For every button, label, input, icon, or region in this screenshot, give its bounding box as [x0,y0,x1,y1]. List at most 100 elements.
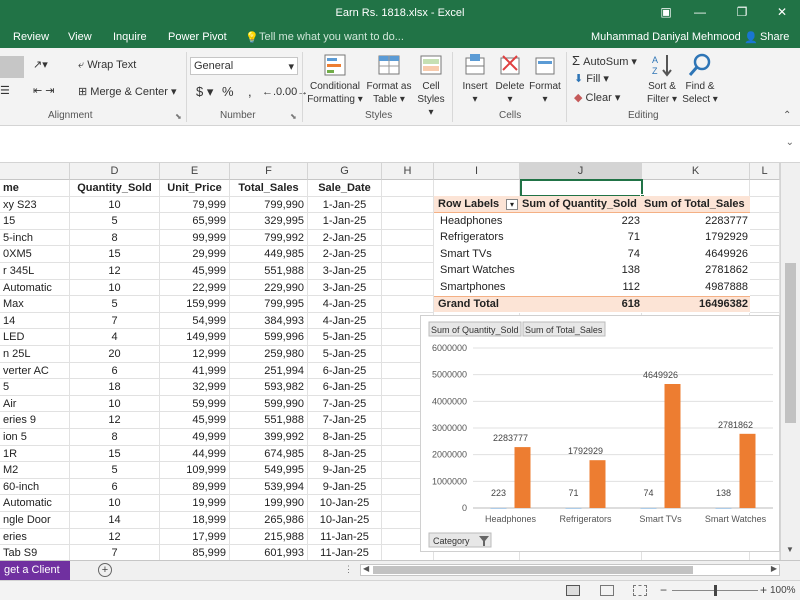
cell-price[interactable]: 19,999 [160,495,230,512]
cell-qty[interactable]: 15 [70,246,160,263]
clear-button[interactable]: ◆ Clear ▾ [574,91,620,104]
cell-qty[interactable]: 10 [70,279,160,297]
cell-total[interactable]: 251,994 [230,362,308,380]
horizontal-scrollbar[interactable]: ◀ ▶ [360,564,780,576]
cell-date[interactable]: 4-Jan-25 [308,296,382,313]
header-cell-qty[interactable]: Quantity_Sold [70,180,160,197]
active-cell[interactable] [520,179,643,197]
empty-cell[interactable] [434,180,520,197]
pivot-row-label[interactable]: Headphones [440,213,520,230]
empty-cell[interactable] [382,279,434,297]
cell-date[interactable]: 10-Jan-25 [308,512,382,529]
zoom-slider-thumb[interactable] [714,585,717,596]
cell-total[interactable]: 799,992 [230,229,308,247]
cell-price[interactable]: 49,999 [160,429,230,446]
cell-qty[interactable]: 7 [70,312,160,330]
empty-cell[interactable] [750,246,780,263]
empty-cell[interactable] [382,246,434,263]
cell-total[interactable]: 551,988 [230,263,308,280]
cell-qty[interactable]: 10 [70,495,160,512]
pivot-row-qty[interactable]: 223 [522,213,640,230]
cell-name[interactable]: n 25L [0,346,70,363]
column-header-g[interactable]: G [308,163,382,180]
pivot-row-label[interactable]: Smart Watches [440,262,520,279]
cell-price[interactable]: 59,999 [160,395,230,413]
column-header-h[interactable]: H [382,163,434,180]
conditional-formatting-button[interactable]: Conditional Formatting ▾ [306,52,364,106]
cell-total[interactable]: 799,995 [230,296,308,313]
merge-center-button[interactable]: ⊞ Merge & Center ▾ [78,85,177,98]
fill-button[interactable]: ⬇ Fill ▾ [574,72,609,85]
cell-total[interactable]: 551,988 [230,412,308,429]
cell-qty[interactable]: 12 [70,528,160,546]
format-button[interactable]: Format ▾ [528,52,562,106]
column-header-e[interactable]: E [160,163,230,180]
pivot-row-labels-header[interactable]: Row Labels [438,196,508,213]
cell-name[interactable]: 0XM5 [0,246,70,263]
wrap-text-button[interactable]: ⤶ Wrap Text [78,59,136,72]
pivot-total-header[interactable]: Sum of Total_Sales [644,196,748,213]
cell-price[interactable]: 18,999 [160,512,230,529]
cell-total[interactable]: 593,982 [230,379,308,396]
column-header-l[interactable]: L [750,163,780,180]
cell-name[interactable]: 60-inch [0,478,70,496]
cell-total[interactable]: 199,990 [230,495,308,512]
cell-price[interactable]: 44,999 [160,445,230,463]
pivot-row-total[interactable]: 1792929 [644,229,748,246]
empty-cell[interactable] [382,263,434,280]
close-button[interactable]: ✕ [772,5,792,19]
cell-qty[interactable]: 12 [70,263,160,280]
empty-cell[interactable] [382,229,434,247]
cell-date[interactable]: 8-Jan-25 [308,445,382,463]
cell-total[interactable]: 799,990 [230,196,308,214]
page-break-icon[interactable] [633,585,647,596]
cell-date[interactable]: 3-Jan-25 [308,263,382,280]
tab-inquire[interactable]: Inquire [113,31,147,43]
cell-total[interactable]: 674,985 [230,445,308,463]
tab-power-pivot[interactable]: Power Pivot [168,31,227,43]
cell-price[interactable]: 159,999 [160,296,230,313]
delete-button[interactable]: Delete ▾ [494,52,526,106]
zoom-out-button[interactable]: − [660,583,667,597]
pivot-chart[interactable]: Sum of Quantity_Sold Sum of Total_Sales Ca… [420,315,780,552]
cell-total[interactable]: 215,988 [230,528,308,546]
restore-button[interactable]: ❐ [732,5,752,19]
cell-date[interactable]: 2-Jan-25 [308,229,382,247]
cell-total[interactable]: 229,990 [230,279,308,297]
empty-cell[interactable] [750,229,780,247]
pivot-row-label[interactable]: Smart TVs [440,246,520,263]
pivot-row-label[interactable]: Smartphones [440,279,520,296]
column-header-f[interactable]: F [230,163,308,180]
cell-total[interactable]: 384,993 [230,312,308,330]
cell-name[interactable]: ngle Door [0,512,70,529]
pivot-row-total[interactable]: 2283777 [644,213,748,230]
increase-decimal-icon[interactable]: ←.0 [262,86,282,98]
column-header-i[interactable]: I [434,163,520,180]
header-cell-name[interactable]: me [0,180,70,197]
cell-price[interactable]: 45,999 [160,412,230,429]
pivot-row-total[interactable]: 2781862 [644,262,748,279]
cell-price[interactable]: 41,999 [160,362,230,380]
cell-total[interactable]: 599,990 [230,395,308,413]
cell-qty[interactable]: 6 [70,362,160,380]
cell-styles-button[interactable]: Cell Styles ▾ [414,52,448,119]
cell-total[interactable]: 549,995 [230,462,308,479]
empty-cell[interactable] [382,296,434,313]
cell-date[interactable]: 6-Jan-25 [308,379,382,396]
header-cell-date[interactable]: Sale_Date [308,180,382,197]
empty-cell[interactable] [750,180,780,197]
cell-price[interactable]: 79,999 [160,196,230,214]
header-cell-total[interactable]: Total_Sales [230,180,308,197]
comma-button[interactable]: , [248,84,252,99]
cell-price[interactable]: 32,999 [160,379,230,396]
cell-date[interactable]: 11-Jan-25 [308,528,382,546]
cell-name[interactable]: Max [0,296,70,313]
vertical-scrollbar[interactable]: ▼ [780,163,800,560]
cell-name[interactable]: verter AC [0,362,70,380]
pivot-row-qty[interactable]: 138 [522,262,640,279]
column-header[interactable] [0,163,70,180]
column-header-d[interactable]: D [70,163,160,180]
tell-me-search[interactable]: Tell me what you want to do... [259,31,404,43]
pivot-row-label[interactable]: Refrigerators [440,229,520,246]
empty-cell[interactable] [382,213,434,230]
